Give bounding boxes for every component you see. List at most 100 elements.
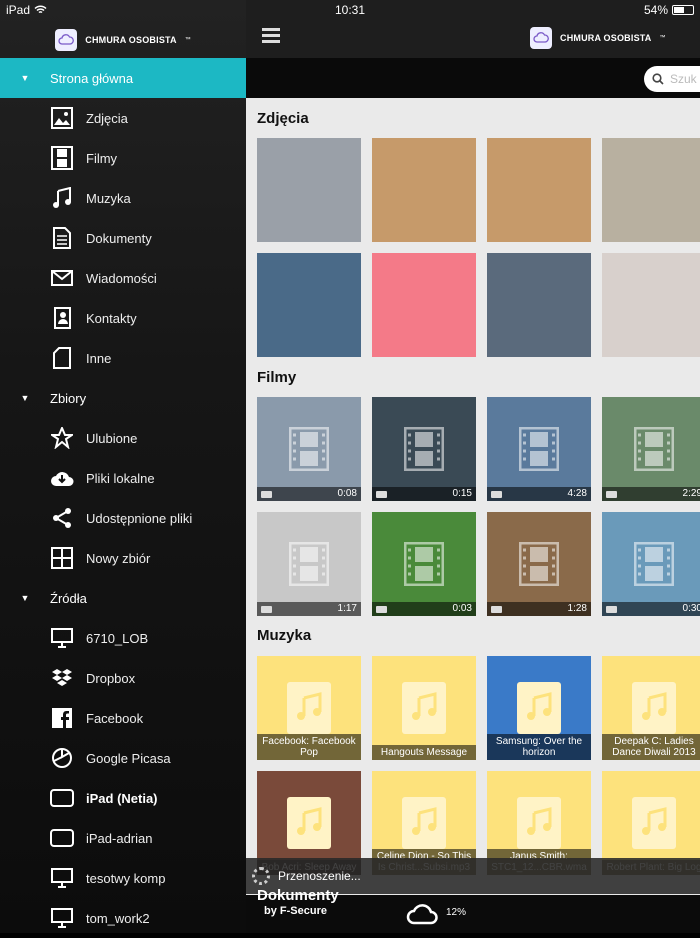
tablet-icon bbox=[50, 786, 74, 810]
video-camera-icon bbox=[261, 491, 272, 498]
battery-percent: 54% bbox=[643, 3, 668, 17]
music-caption: Hangouts Message bbox=[372, 745, 476, 760]
music-thumbnail[interactable]: Samsung: Over the horizon bbox=[487, 656, 591, 760]
status-bar: iPad 10:31 54% bbox=[0, 0, 700, 20]
share-icon bbox=[50, 506, 74, 530]
video-camera-icon bbox=[606, 606, 617, 613]
monitor-icon bbox=[50, 626, 74, 650]
video-duration: 0:03 bbox=[372, 602, 476, 616]
photo-thumbnail[interactable] bbox=[602, 253, 700, 357]
photo-thumbnail[interactable] bbox=[487, 138, 591, 242]
photo-thumbnail[interactable] bbox=[372, 253, 476, 357]
section-title-zdjecia: Zdjęcia bbox=[257, 110, 309, 127]
search-input[interactable]: Szuk bbox=[644, 66, 700, 92]
star-icon bbox=[50, 426, 74, 450]
sidebar-item-nowy-zbior[interactable]: Nowy zbiór bbox=[0, 538, 246, 578]
section-title-filmy: Filmy bbox=[257, 369, 297, 386]
menu-icon[interactable] bbox=[262, 28, 280, 44]
music-note-icon bbox=[287, 797, 331, 849]
sidebar-item-tom-work2[interactable]: tom_work2 bbox=[0, 898, 246, 938]
music-caption: Facebook: Facebook Pop bbox=[257, 734, 361, 760]
download-cloud-icon bbox=[50, 466, 74, 490]
music-note-icon bbox=[517, 797, 561, 849]
sidebar-item-wiadomosci[interactable]: Wiadomości bbox=[0, 258, 246, 298]
video-duration: 1:28 bbox=[487, 602, 591, 616]
sidebar-item-udostepnione[interactable]: Udostępnione pliki bbox=[0, 498, 246, 538]
sidebar-item-kontakty[interactable]: Kontakty bbox=[0, 298, 246, 338]
photo-thumbnail[interactable] bbox=[602, 138, 700, 242]
section-strona-glowna[interactable]: ▼ Strona główna bbox=[0, 58, 246, 98]
file-icon bbox=[50, 346, 74, 370]
section-title-muzyka: Muzyka bbox=[257, 627, 312, 644]
film-icon bbox=[50, 146, 74, 170]
cloud-upload-icon[interactable] bbox=[406, 903, 440, 925]
monitor-icon bbox=[50, 866, 74, 890]
tablet-icon bbox=[50, 826, 74, 850]
sidebar-item-6710-lob[interactable]: 6710_LOB bbox=[0, 618, 246, 658]
music-thumbnail[interactable]: Hangouts Message bbox=[372, 656, 476, 760]
video-thumbnail[interactable]: 4:28 bbox=[487, 397, 591, 501]
contacts-icon bbox=[50, 306, 74, 330]
video-thumbnail[interactable]: 0:03 bbox=[372, 512, 476, 616]
photo-thumbnail[interactable] bbox=[487, 253, 591, 357]
music-note-icon bbox=[517, 682, 561, 734]
video-camera-icon bbox=[606, 491, 617, 498]
sidebar-item-zdjecia[interactable]: Zdjęcia bbox=[0, 98, 246, 138]
sidebar-item-tesotwy-komp[interactable]: tesotwy komp bbox=[0, 858, 246, 898]
video-thumbnail[interactable]: 2:29 bbox=[602, 397, 700, 501]
music-caption: Deepak C: Ladies Dance Diwali 2013 bbox=[602, 734, 700, 760]
sidebar-item-pliki-lokalne[interactable]: Pliki lokalne bbox=[0, 458, 246, 498]
video-thumbnail[interactable]: 1:17 bbox=[257, 512, 361, 616]
video-thumbnail[interactable]: 0:08 bbox=[257, 397, 361, 501]
section-zrodla[interactable]: ▼ Źródła bbox=[0, 578, 246, 618]
video-thumbnail[interactable]: 0:30 bbox=[602, 512, 700, 616]
expand-triangle-icon: ▼ bbox=[20, 393, 30, 403]
sidebar-logo: CHMURA OSOBISTA ™ bbox=[0, 24, 246, 56]
music-note-icon bbox=[402, 682, 446, 734]
video-camera-icon bbox=[376, 606, 387, 613]
music-caption: Samsung: Over the horizon bbox=[487, 734, 591, 760]
expand-triangle-icon: ▼ bbox=[20, 73, 30, 83]
music-note-icon bbox=[402, 797, 446, 849]
cloud-logo-icon bbox=[530, 27, 552, 49]
mail-icon bbox=[50, 266, 74, 290]
video-camera-icon bbox=[376, 491, 387, 498]
section-title-dokumenty: Dokumenty bbox=[257, 887, 339, 904]
picasa-icon bbox=[50, 746, 74, 770]
sidebar-item-google-picasa[interactable]: Google Picasa bbox=[0, 738, 246, 778]
video-duration: 4:28 bbox=[487, 487, 591, 501]
sidebar-item-ipad-netia[interactable]: iPad (Netia) bbox=[0, 778, 246, 818]
section-zbiory[interactable]: ▼ Zbiory bbox=[0, 378, 246, 418]
music-thumbnail[interactable]: Facebook: Facebook Pop bbox=[257, 656, 361, 760]
music-note-icon bbox=[632, 797, 676, 849]
video-thumbnail[interactable]: 0:15 bbox=[372, 397, 476, 501]
sidebar-item-ipad-adrian[interactable]: iPad-adrian bbox=[0, 818, 246, 858]
photo-thumbnail[interactable] bbox=[257, 253, 361, 357]
sidebar-item-dropbox[interactable]: Dropbox bbox=[0, 658, 246, 698]
video-thumbnail[interactable]: 1:28 bbox=[487, 512, 591, 616]
video-duration: 1:17 bbox=[257, 602, 361, 616]
header-logo: CHMURA OSOBISTA ™ bbox=[530, 27, 700, 49]
battery-icon bbox=[672, 5, 694, 15]
monitor-icon bbox=[50, 906, 74, 930]
sidebar-item-filmy[interactable]: Filmy bbox=[0, 138, 246, 178]
video-camera-icon bbox=[491, 606, 502, 613]
video-duration: 0:15 bbox=[372, 487, 476, 501]
facebook-icon bbox=[50, 706, 74, 730]
sidebar-item-inne[interactable]: Inne bbox=[0, 338, 246, 378]
fsecure-brand: by F-Secure bbox=[264, 905, 327, 917]
music-thumbnail[interactable]: Deepak C: Ladies Dance Diwali 2013 bbox=[602, 656, 700, 760]
grid-icon bbox=[50, 546, 74, 570]
photo-thumbnail[interactable] bbox=[257, 138, 361, 242]
photo-thumbnail[interactable] bbox=[372, 138, 476, 242]
photo-icon bbox=[50, 106, 74, 130]
sidebar: CHMURA OSOBISTA ™ ▼ Strona główna Zdjęcia … bbox=[0, 0, 246, 933]
sidebar-item-muzyka[interactable]: Muzyka bbox=[0, 178, 246, 218]
search-icon bbox=[652, 73, 664, 85]
search-bar: Szuk bbox=[246, 58, 700, 98]
video-camera-icon bbox=[261, 606, 272, 613]
sidebar-item-facebook[interactable]: Facebook bbox=[0, 698, 246, 738]
sidebar-item-dokumenty[interactable]: Dokumenty bbox=[0, 218, 246, 258]
sidebar-item-ulubione[interactable]: Ulubione bbox=[0, 418, 246, 458]
content-area: Zdjęcia Filmy 0:08 0:15 4:28 2:29 1:17 0:03 1:… bbox=[246, 98, 700, 933]
